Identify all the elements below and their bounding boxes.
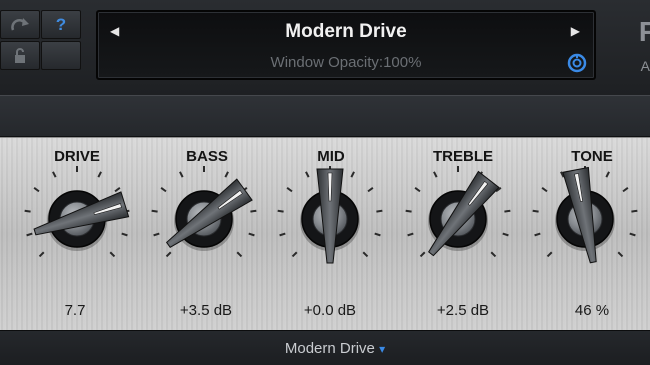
knob-tick [38, 251, 45, 258]
knob-tick [362, 251, 369, 258]
knob-tick [109, 251, 116, 258]
dropdown-arrow-icon: ▾ [379, 342, 386, 356]
knob-tick [114, 187, 121, 193]
knob-tick [279, 232, 286, 237]
knob-value-drive: 7.7 [64, 302, 86, 319]
knob-label-bass: BASS [186, 148, 228, 165]
knob-tick [224, 171, 229, 178]
toolbar-strip [0, 95, 650, 137]
knob-label-treble: TREBLE [433, 148, 493, 165]
preset-name[interactable]: Modern Drive [98, 21, 594, 43]
knob-tick [629, 232, 636, 237]
knob-bass[interactable] [151, 166, 257, 258]
knob-tick [367, 187, 374, 193]
knob-tick [26, 232, 33, 237]
knob-tick [97, 171, 102, 178]
knob-tick [153, 232, 160, 237]
knob-tick [490, 251, 497, 258]
knob-value-treble: +2.5 dB [436, 302, 490, 319]
knob-tick [374, 232, 381, 237]
amp-controls-panel: DRIVE BASS MID TREBLE TONE 7.7 +3.5 dB +… [0, 137, 650, 330]
redo-icon [11, 17, 29, 30]
knob-tick [33, 187, 40, 193]
knob-value-tone: 46 % [574, 302, 610, 319]
knob-tick [160, 187, 167, 193]
next-preset-button[interactable]: ▶ [571, 24, 580, 38]
knob-label-drive: DRIVE [54, 148, 100, 165]
knob-tick [179, 171, 184, 178]
knob-tick [534, 232, 541, 237]
knob-tick [502, 232, 509, 237]
knob-tick [405, 209, 412, 213]
knob-tick [121, 232, 128, 237]
knob-tick [248, 232, 255, 237]
knob-mid[interactable] [277, 166, 383, 264]
blank-button[interactable] [41, 41, 81, 70]
knob-tick [532, 209, 539, 213]
knob-tick [236, 251, 243, 258]
knob-tick [504, 209, 511, 213]
knob-tick [286, 187, 293, 193]
help-button[interactable]: ? [41, 10, 81, 39]
brand-logo-secondary: A [640, 58, 650, 74]
knob-tick [250, 209, 257, 213]
knob-tick [376, 209, 383, 213]
lock-icon [15, 47, 25, 63]
footer-bar: Modern Drive ▾ [0, 330, 650, 365]
knob-tick [605, 171, 610, 178]
knob-tick [414, 187, 421, 193]
lock-button[interactable] [0, 41, 40, 70]
knob-tick [617, 251, 624, 258]
knob-tick [291, 251, 298, 258]
knob-value-bass: +3.5 dB [179, 302, 233, 319]
knob-tick [631, 209, 638, 213]
knob-tick [433, 171, 438, 178]
help-icon: ? [55, 14, 67, 34]
opacity-ring-icon[interactable] [566, 53, 588, 73]
preset-menu-label: Modern Drive [284, 340, 375, 357]
knob-tick [546, 251, 553, 258]
knob-value-mid: +0.0 dB [303, 302, 357, 319]
knob-label-mid: MID [317, 148, 345, 165]
preset-menu-button[interactable]: Modern Drive ▾ [260, 340, 410, 357]
knob-tick [350, 171, 355, 178]
knob-tick [52, 171, 57, 178]
knob-tick [24, 209, 31, 213]
knob-label-tone: TONE [571, 148, 613, 165]
knob-treble[interactable] [405, 166, 511, 262]
knob-tick [622, 187, 629, 193]
knob-tick [305, 171, 310, 178]
knob-tick [419, 251, 426, 258]
redo-button[interactable] [0, 10, 40, 39]
knob-tick [541, 187, 548, 193]
knob-tick [165, 251, 172, 258]
knob-tone[interactable] [532, 166, 638, 265]
window-opacity-label[interactable]: Window Opacity:100% [98, 54, 594, 71]
knob-tick [407, 232, 414, 237]
header-bar: ? ◀ Modern Drive ▶ Window Opacity:100% F… [0, 0, 650, 95]
knob-drive[interactable] [24, 166, 130, 258]
brand-logo: F [638, 16, 650, 47]
knob-tick [277, 209, 284, 213]
knob-tick [151, 209, 158, 213]
preset-display: ◀ Modern Drive ▶ Window Opacity:100% [96, 10, 596, 80]
